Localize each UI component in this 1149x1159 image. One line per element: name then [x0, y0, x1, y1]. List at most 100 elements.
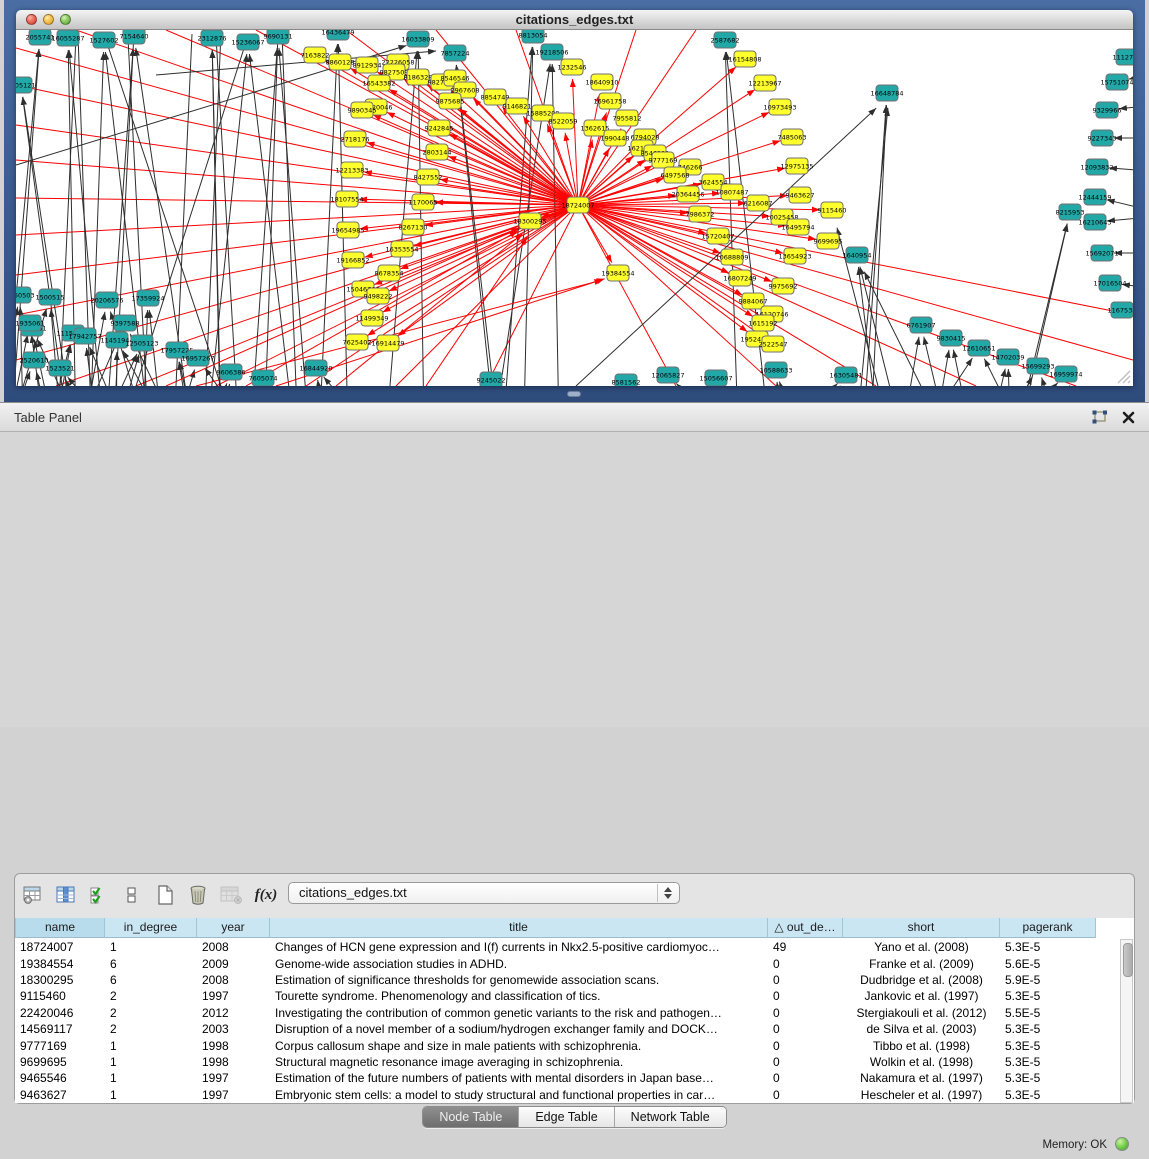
column-header-0[interactable]: name: [15, 918, 105, 938]
table-cell[interactable]: Tibbo et al. (1998): [843, 1039, 1000, 1053]
network-canvas[interactable]: 7163822886012889129342222605898275091654…: [16, 30, 1133, 386]
table-row[interactable]: 1938455462009Genome-wide association stu…: [15, 955, 1096, 971]
table-row[interactable]: 1456911722003Disruption of a novel membe…: [15, 1021, 1096, 1037]
table-cell[interactable]: Franke et al. (2009): [843, 957, 1000, 971]
table-cell[interactable]: 5.5E-5: [1000, 1006, 1096, 1020]
tab-edge-table[interactable]: Edge Table: [519, 1107, 614, 1127]
table-cell[interactable]: Disruption of a novel member of a sodium…: [270, 1022, 768, 1036]
table-cell[interactable]: 19384554: [15, 957, 105, 971]
table-cell[interactable]: 0: [768, 1039, 843, 1053]
create-table-button[interactable]: [152, 882, 178, 908]
combobox-stepper-icon[interactable]: [657, 884, 678, 902]
table-cell[interactable]: 2: [105, 1006, 197, 1020]
column-header-6[interactable]: pagerank: [1000, 918, 1096, 938]
table-cell[interactable]: 49: [768, 940, 843, 954]
table-cell[interactable]: 1: [105, 1039, 197, 1053]
table-cell[interactable]: Jankovic et al. (1997): [843, 989, 1000, 1003]
table-cell[interactable]: 0: [768, 1006, 843, 1020]
table-cell[interactable]: 2: [105, 989, 197, 1003]
table-cell[interactable]: 2009: [197, 957, 270, 971]
table-cell[interactable]: 14569117: [15, 1022, 105, 1036]
row-height-button[interactable]: [119, 882, 145, 908]
table-cell[interactable]: 5.3E-5: [1000, 940, 1096, 954]
column-header-2[interactable]: year: [197, 918, 270, 938]
panel-divider-handle[interactable]: [567, 391, 581, 397]
column-header-1[interactable]: in_degree: [105, 918, 197, 938]
memory-status-icon[interactable]: [1115, 1137, 1129, 1151]
table-cell[interactable]: 9777169: [15, 1039, 105, 1053]
table-cell[interactable]: 2: [105, 1022, 197, 1036]
table-cell[interactable]: de Silva et al. (2003): [843, 1022, 1000, 1036]
table-row[interactable]: 946554611997Estimation of the future num…: [15, 1070, 1096, 1086]
table-row[interactable]: 1830029562008Estimation of significance …: [15, 972, 1096, 988]
table-cell[interactable]: 0: [768, 1022, 843, 1036]
table-cell[interactable]: Nakamura et al. (1997): [843, 1071, 1000, 1085]
network-window-titlebar[interactable]: citations_edges.txt: [16, 10, 1133, 30]
window-resize-grip[interactable]: [1115, 368, 1131, 384]
table-cell[interactable]: 2008: [197, 973, 270, 987]
table-cell[interactable]: 2008: [197, 940, 270, 954]
column-header-4[interactable]: △ out_de…: [768, 918, 843, 938]
trash-button[interactable]: [185, 882, 211, 908]
table-cell[interactable]: Investigating the contribution of common…: [270, 1006, 768, 1020]
table-cell[interactable]: 2003: [197, 1022, 270, 1036]
table-row[interactable]: 2242004622012Investigating the contribut…: [15, 1005, 1096, 1021]
table-cell[interactable]: Changes of HCN gene expression and I(f) …: [270, 940, 768, 954]
show-columns-button[interactable]: [53, 882, 79, 908]
table-cell[interactable]: 1: [105, 1055, 197, 1069]
float-panel-icon[interactable]: [1091, 410, 1108, 425]
table-settings-button[interactable]: [20, 882, 46, 908]
table-cell[interactable]: 5.6E-5: [1000, 957, 1096, 971]
table-cell[interactable]: Tourette syndrome. Phenomenology and cla…: [270, 989, 768, 1003]
table-cell[interactable]: 1997: [197, 989, 270, 1003]
table-cell[interactable]: 1998: [197, 1055, 270, 1069]
table-cell[interactable]: 1: [105, 1071, 197, 1085]
table-cell[interactable]: 0: [768, 1088, 843, 1102]
table-cell[interactable]: 5.9E-5: [1000, 973, 1096, 987]
table-cell[interactable]: 0: [768, 1071, 843, 1085]
table-cell[interactable]: 5.3E-5: [1000, 1071, 1096, 1085]
table-cell[interactable]: 1997: [197, 1071, 270, 1085]
table-cell[interactable]: Structural magnetic resonance image aver…: [270, 1055, 768, 1069]
select-columns-button[interactable]: [86, 882, 112, 908]
table-cell[interactable]: 2012: [197, 1006, 270, 1020]
function-builder-button[interactable]: f(x): [251, 887, 281, 904]
table-cell[interactable]: 1: [105, 940, 197, 954]
table-cell[interactable]: 0: [768, 989, 843, 1003]
column-header-3[interactable]: title: [270, 918, 768, 938]
table-cell[interactable]: Estimation of significance thresholds fo…: [270, 973, 768, 987]
table-row[interactable]: 977716911998Corpus callosum shape and si…: [15, 1037, 1096, 1053]
destroy-table-button[interactable]: [218, 882, 244, 908]
table-cell[interactable]: 22420046: [15, 1006, 105, 1020]
table-cell[interactable]: 0: [768, 957, 843, 971]
table-row[interactable]: 1872400712008Changes of HCN gene express…: [15, 939, 1096, 955]
table-cell[interactable]: 5.3E-5: [1000, 1039, 1096, 1053]
table-cell[interactable]: 1: [105, 1088, 197, 1102]
tab-node-table[interactable]: Node Table: [423, 1107, 519, 1127]
table-cell[interactable]: 9463627: [15, 1088, 105, 1102]
table-row[interactable]: 911546021997Tourette syndrome. Phenomeno…: [15, 988, 1096, 1004]
table-cell[interactable]: 5.3E-5: [1000, 1055, 1096, 1069]
table-cell[interactable]: Corpus callosum shape and size in male p…: [270, 1039, 768, 1053]
table-cell[interactable]: 18300295: [15, 973, 105, 987]
table-cell[interactable]: Hescheler et al. (1997): [843, 1088, 1000, 1102]
table-vertical-scrollbar[interactable]: [1120, 939, 1133, 1103]
table-cell[interactable]: 1998: [197, 1039, 270, 1053]
table-cell[interactable]: 5.3E-5: [1000, 1088, 1096, 1102]
tab-network-table[interactable]: Network Table: [615, 1107, 726, 1127]
table-cell[interactable]: Estimation of the future numbers of pati…: [270, 1071, 768, 1085]
table-cell[interactable]: 1997: [197, 1088, 270, 1102]
table-cell[interactable]: 6: [105, 973, 197, 987]
table-row[interactable]: 946362711997Embryonic stem cells: a mode…: [15, 1087, 1096, 1103]
table-cell[interactable]: Genome-wide association studies in ADHD.: [270, 957, 768, 971]
table-cell[interactable]: 0: [768, 1055, 843, 1069]
table-selector-combobox[interactable]: citations_edges.txt: [288, 882, 680, 904]
table-cell[interactable]: Stergiakouli et al. (2012): [843, 1006, 1000, 1020]
column-header-5[interactable]: short: [843, 918, 1000, 938]
close-panel-icon[interactable]: [1122, 411, 1135, 424]
table-cell[interactable]: 9115460: [15, 989, 105, 1003]
table-cell[interactable]: 18724007: [15, 940, 105, 954]
table-cell[interactable]: 5.3E-5: [1000, 1022, 1096, 1036]
table-cell[interactable]: 0: [768, 973, 843, 987]
table-cell[interactable]: 9699695: [15, 1055, 105, 1069]
